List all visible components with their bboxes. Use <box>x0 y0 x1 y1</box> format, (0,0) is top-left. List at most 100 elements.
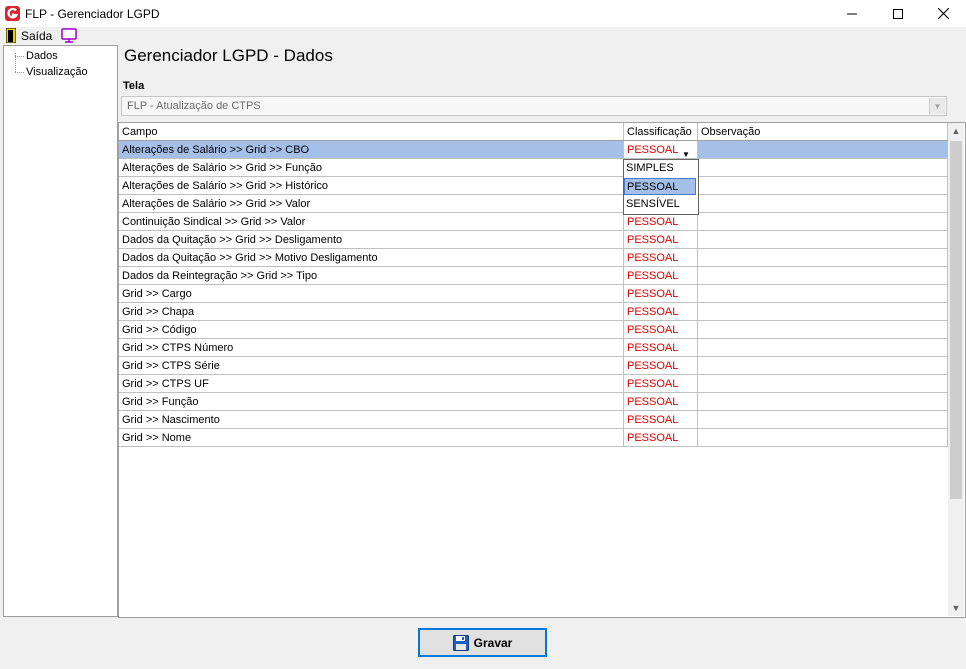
cell-campo[interactable]: Alterações de Salário >> Grid >> Históri… <box>119 177 624 195</box>
table-row[interactable]: Grid >> Cargo PESSOAL <box>119 285 948 303</box>
cell-campo[interactable]: Dados da Reintegração >> Grid >> Tipo <box>119 267 624 285</box>
cell-campo[interactable]: Grid >> Nome <box>119 429 624 447</box>
tela-label: Tela <box>123 80 145 92</box>
cell-classificacao[interactable]: PESSOAL <box>624 429 698 447</box>
table-row[interactable]: Grid >> Função PESSOAL <box>119 393 948 411</box>
cell-campo[interactable]: Dados da Quitação >> Grid >> Motivo Desl… <box>119 249 624 267</box>
maximize-icon <box>893 8 903 19</box>
table-row[interactable]: Grid >> CTPS UF PESSOAL <box>119 375 948 393</box>
cell-classificacao[interactable]: PESSOAL <box>624 321 698 339</box>
exit-door-icon[interactable] <box>6 28 16 43</box>
tela-select[interactable]: FLP - Atualização de CTPS ▼ <box>121 96 947 116</box>
tree-connector <box>15 56 24 57</box>
cell-campo[interactable]: Alterações de Salário >> Grid >> Valor <box>119 195 624 213</box>
column-header-observacao[interactable]: Observação <box>698 123 948 140</box>
cell-observacao[interactable] <box>698 339 948 357</box>
tree-item-dados[interactable]: Dados <box>26 49 58 64</box>
close-icon <box>937 8 949 19</box>
dropdown-option-pessoal[interactable]: PESSOAL <box>624 178 696 195</box>
dropdown-option-sensivel[interactable]: SENSÍVEL <box>624 196 696 213</box>
cell-campo[interactable]: Continuição Sindical >> Grid >> Valor <box>119 213 624 231</box>
table-row[interactable]: Grid >> CTPS Série PESSOAL <box>119 357 948 375</box>
table-row[interactable]: Alterações de Salário >> Grid >> CBO PESS… <box>119 141 948 159</box>
cell-observacao[interactable] <box>698 321 948 339</box>
page-title: Gerenciador LGPD - Dados <box>124 46 333 65</box>
scrollbar-thumb[interactable] <box>950 141 962 499</box>
table-row[interactable]: Alterações de Salário >> Grid >> Históri… <box>119 177 948 195</box>
cell-campo[interactable]: Grid >> Nascimento <box>119 411 624 429</box>
minimize-icon <box>847 13 857 14</box>
cell-observacao[interactable] <box>698 375 948 393</box>
grid-header: Campo Classificação Observação <box>119 123 948 141</box>
cell-observacao[interactable] <box>698 141 948 159</box>
cell-classificacao[interactable]: PESSOAL <box>624 357 698 375</box>
table-row[interactable]: Alterações de Salário >> Grid >> Valor <box>119 195 948 213</box>
app-logo-icon <box>5 6 20 21</box>
tree-connector <box>15 72 24 73</box>
menu-exit[interactable]: Saída <box>21 29 52 43</box>
monitor-icon[interactable] <box>60 27 78 43</box>
vertical-scrollbar[interactable]: ▲ ▼ <box>948 123 964 616</box>
cell-observacao[interactable] <box>698 357 948 375</box>
cell-classificacao[interactable]: PESSOAL <box>624 411 698 429</box>
cell-observacao[interactable] <box>698 411 948 429</box>
save-button[interactable]: Gravar <box>418 628 547 657</box>
scroll-up-icon[interactable]: ▲ <box>948 123 964 139</box>
dropdown-option-simples[interactable]: SIMPLES <box>624 160 696 177</box>
cell-observacao[interactable] <box>698 177 948 195</box>
cell-classificacao[interactable]: PESSOAL <box>624 231 698 249</box>
cell-observacao[interactable] <box>698 393 948 411</box>
navigation-tree: Dados Visualização <box>3 45 118 617</box>
classification-dropdown: SIMPLES PESSOAL SENSÍVEL <box>623 159 699 215</box>
table-row[interactable]: Dados da Reintegração >> Grid >> Tipo PES… <box>119 267 948 285</box>
cell-observacao[interactable] <box>698 249 948 267</box>
scroll-down-icon[interactable]: ▼ <box>948 600 964 616</box>
data-grid: Campo Classificação Observação Alteraçõe… <box>118 122 966 618</box>
cell-campo[interactable]: Grid >> Chapa <box>119 303 624 321</box>
minimize-button[interactable] <box>829 0 875 27</box>
title-bar: FLP - Gerenciador LGPD <box>0 0 966 27</box>
table-row[interactable]: Dados da Quitação >> Grid >> Motivo Desl… <box>119 249 948 267</box>
cell-campo[interactable]: Grid >> CTPS Série <box>119 357 624 375</box>
close-button[interactable] <box>920 0 966 27</box>
cell-campo[interactable]: Grid >> Cargo <box>119 285 624 303</box>
cell-observacao[interactable] <box>698 429 948 447</box>
cell-classificacao[interactable]: PESSOAL <box>624 249 698 267</box>
table-row[interactable]: Grid >> Nome PESSOAL <box>119 429 948 447</box>
cell-campo[interactable]: Grid >> Código <box>119 321 624 339</box>
table-row[interactable]: Grid >> Nascimento PESSOAL <box>119 411 948 429</box>
tree-item-visualizacao[interactable]: Visualização <box>26 65 88 80</box>
cell-campo[interactable]: Grid >> Função <box>119 393 624 411</box>
cell-campo[interactable]: Grid >> CTPS Número <box>119 339 624 357</box>
cell-campo[interactable]: Alterações de Salário >> Grid >> CBO <box>119 141 624 159</box>
window-title: FLP - Gerenciador LGPD <box>25 7 160 21</box>
column-header-campo[interactable]: Campo <box>119 123 624 140</box>
cell-observacao[interactable] <box>698 303 948 321</box>
table-row[interactable]: Dados da Quitação >> Grid >> Desligament… <box>119 231 948 249</box>
table-row[interactable]: Continuição Sindical >> Grid >> Valor PES… <box>119 213 948 231</box>
cell-observacao[interactable] <box>698 267 948 285</box>
cell-classificacao[interactable]: PESSOAL <box>624 375 698 393</box>
column-header-classificacao[interactable]: Classificação <box>624 123 698 140</box>
cell-observacao[interactable] <box>698 213 948 231</box>
cell-observacao[interactable] <box>698 285 948 303</box>
cell-observacao[interactable] <box>698 195 948 213</box>
cell-classificacao[interactable]: PESSOAL <box>624 303 698 321</box>
table-row[interactable]: Grid >> Chapa PESSOAL <box>119 303 948 321</box>
cell-observacao[interactable] <box>698 231 948 249</box>
maximize-button[interactable] <box>875 0 921 27</box>
floppy-disk-icon <box>452 634 469 651</box>
cell-campo[interactable]: Alterações de Salário >> Grid >> Função <box>119 159 624 177</box>
table-row[interactable]: Alterações de Salário >> Grid >> Função <box>119 159 948 177</box>
table-row[interactable]: Grid >> Código PESSOAL <box>119 321 948 339</box>
cell-classificacao[interactable]: PESSOAL <box>624 285 698 303</box>
cell-classificacao[interactable]: PESSOAL <box>624 213 698 231</box>
chevron-down-icon[interactable]: ▼ <box>929 98 945 114</box>
cell-campo[interactable]: Dados da Quitação >> Grid >> Desligament… <box>119 231 624 249</box>
table-row[interactable]: Grid >> CTPS Número PESSOAL <box>119 339 948 357</box>
cell-classificacao[interactable]: PESSOAL <box>624 267 698 285</box>
cell-campo[interactable]: Grid >> CTPS UF <box>119 375 624 393</box>
cell-classificacao[interactable]: PESSOAL <box>624 339 698 357</box>
cell-classificacao[interactable]: PESSOAL <box>624 393 698 411</box>
cell-observacao[interactable] <box>698 159 948 177</box>
